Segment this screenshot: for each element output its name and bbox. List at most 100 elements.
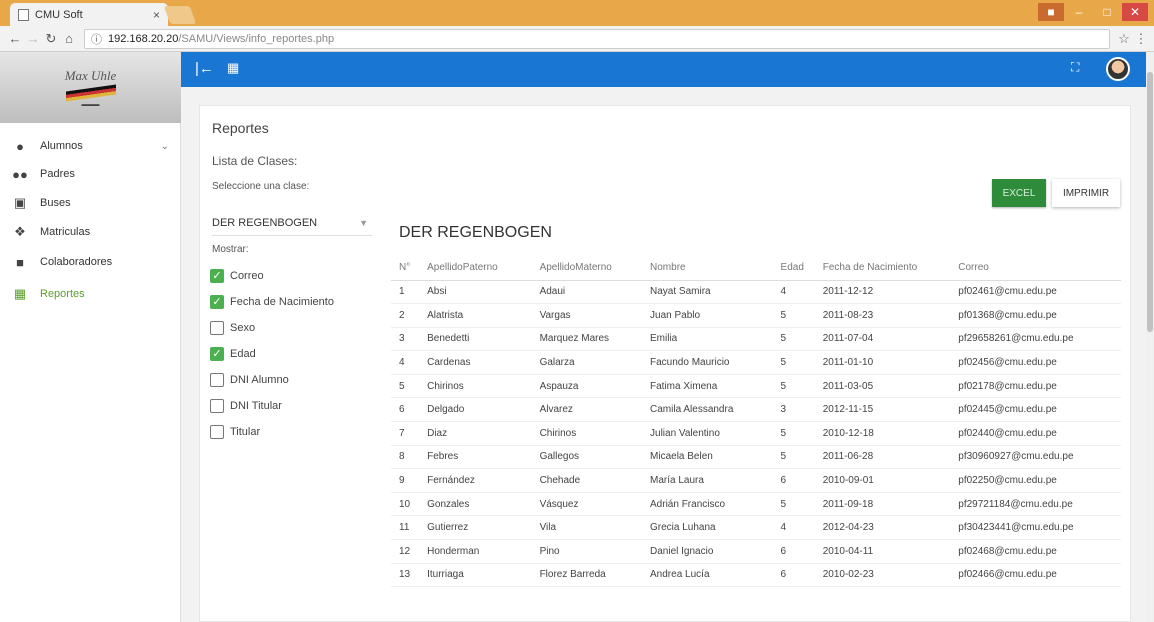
reload-icon[interactable]: ↻ [42,31,60,47]
browser-tab[interactable]: CMU Soft × [10,3,168,26]
table-cell: Andrea Lucía [642,563,773,588]
checkbox-dni-alumno[interactable]: DNI Alumno [210,372,289,388]
table-row: 8 Febres Gallegos Micaela Belen 5 2011-06-28 p… [391,445,1121,470]
table-cell: 2010-02-23 [814,563,951,588]
table-cell: Julian Valentino [642,421,773,446]
table-cell: Iturriaga [419,563,532,588]
avatar[interactable] [1106,57,1130,81]
sidebar: Max Uhle ▬▬▬ ● Alumnos ⌄ ●● Padres ▣ Bus… [0,52,181,622]
back-icon[interactable]: ← [6,31,24,46]
sidebar-item-label: Padres [40,168,75,180]
print-button[interactable]: IMPRIMIR [1052,179,1120,207]
checkbox-fecha-nacimiento[interactable]: ✓ Fecha de Nacimiento [210,294,334,310]
reports-card: Reportes Lista de Clases: Seleccione una… [199,105,1131,622]
checkbox-label: DNI Alumno [230,374,289,386]
checkbox-label: Correo [230,270,264,282]
checkbox-unchecked-icon[interactable] [210,399,224,413]
minimize-icon[interactable]: – [1066,3,1092,21]
checkbox-unchecked-icon[interactable] [210,425,224,439]
browser-menu-icon[interactable]: ⋮ [1134,31,1148,47]
class-select[interactable]: DER REGENBOGEN ▼ [212,210,372,236]
table-cell: pf02456@cmu.edu.pe [950,350,1121,375]
checkbox-sexo[interactable]: Sexo [210,320,255,336]
table-cell: Vargas [531,303,643,328]
sidebar-item-label: Matriculas [40,226,91,238]
fullscreen-icon[interactable]: ⛶ [1071,60,1079,75]
home-icon[interactable]: ⌂ [60,31,78,46]
new-tab-button[interactable] [163,6,197,24]
table-cell: Adrián Francisco [642,492,773,517]
table-cell: 11 [391,515,420,541]
sidebar-item-matriculas[interactable]: ❖ Matriculas [0,220,181,244]
column-header: ApellidoMaterno [531,256,643,281]
site-info-icon[interactable]: ⓘ [91,31,102,47]
scrollbar-thumb[interactable] [1147,72,1153,332]
sidebar-item-alumnos[interactable]: ● Alumnos ⌄ [0,134,181,158]
table-cell: 13 [391,563,420,588]
table-cell: Vásquez [531,492,643,517]
table-row: 10 Gonzales Vásquez Adrián Francisco 5 2011-0… [391,492,1121,517]
sidebar-item-padres[interactable]: ●● Padres [0,162,181,186]
chevron-down-icon[interactable]: ⌄ [161,141,169,152]
table-cell: 5 [391,374,420,399]
checkbox-unchecked-icon[interactable] [210,373,224,387]
collapse-sidebar-icon[interactable]: |← [195,60,214,77]
table-cell: Chirinos [419,374,532,399]
checkbox-label: Fecha de Nacimiento [230,296,334,308]
window-controls: ■ – □ ✕ [1038,3,1148,21]
bookmark-star-icon[interactable]: ☆ [1114,31,1134,47]
sidebar-item-reportes[interactable]: ▦ Reportes [0,282,181,306]
user-icon[interactable]: ■ [1038,3,1064,21]
table-cell: Galarza [531,350,643,375]
checkbox-unchecked-icon[interactable] [210,321,224,335]
table-cell: Camila Alessandra [642,397,773,423]
table-cell: Chirinos [531,421,643,446]
table-cell: pf02445@cmu.edu.pe [950,397,1121,423]
page-scrollbar[interactable] [1146,52,1154,622]
table-cell: 2011-08-23 [814,303,951,328]
excel-button[interactable]: EXCEL [992,179,1046,207]
checkbox-edad[interactable]: ✓ Edad [210,346,256,362]
table-cell: 6 [772,539,815,564]
table-cell: Fatima Ximena [642,374,773,399]
table-cell: Pino [531,539,643,564]
checkbox-label: Sexo [230,322,256,334]
checkbox-label: Edad [230,348,256,360]
table-cell: 5 [772,492,815,517]
column-header: ApellidoPaterno [419,256,532,281]
sidebar-item-colaboradores[interactable]: ■ Colaboradores [0,250,181,274]
checkbox-checked-icon[interactable]: ✓ [210,347,224,361]
sidebar-item-label: Alumnos [40,140,83,152]
selected-class: DER REGENBOGEN [212,216,318,229]
checkbox-checked-icon[interactable]: ✓ [210,269,224,283]
info-icon: ❖ [14,224,26,239]
table-cell: 4 [772,280,815,305]
table-cell: Alatrista [419,303,532,328]
table-row: 2 Alatrista Vargas Juan Pablo 5 2011-08-23 pf0… [391,303,1121,328]
checkbox-checked-icon[interactable]: ✓ [210,295,224,309]
table-cell: Gonzales [419,492,532,517]
table-cell: pf02468@cmu.edu.pe [950,539,1121,564]
maximize-icon[interactable]: □ [1094,3,1120,21]
close-icon[interactable]: ✕ [1122,3,1148,21]
address-bar: ← → ↻ ⌂ ⓘ 192.168.20.20 /SAMU/Views/info… [0,26,1154,52]
table-cell: 4 [772,515,815,541]
sidebar-item-buses[interactable]: ▣ Buses [0,191,181,215]
checkbox-titular[interactable]: Titular [210,424,260,440]
apps-grid-icon[interactable]: ▦ [227,60,239,76]
forward-icon[interactable]: → [24,31,42,46]
table-cell: pf29721184@cmu.edu.pe [950,492,1121,517]
bus-icon: ▣ [13,195,27,210]
chevron-down-icon: ▼ [359,217,368,228]
table-cell: 2012-04-23 [814,515,951,541]
table-row: 12 Honderman Pino Daniel Ignacio 6 2010-04-11… [391,539,1121,564]
tab-close-icon[interactable]: × [153,8,160,22]
table-cell: Chehade [531,468,643,493]
checkbox-dni-titular[interactable]: DNI Titular [210,398,282,414]
url-field[interactable]: ⓘ 192.168.20.20 /SAMU/Views/info_reporte… [84,28,1110,49]
table-cell: Adaui [531,280,643,305]
table-cell: Gallegos [531,445,643,470]
table-row: 7 Diaz Chirinos Julian Valentino 5 2010-12-18… [391,421,1121,446]
table-cell: pf02466@cmu.edu.pe [950,563,1121,588]
checkbox-correo[interactable]: ✓ Correo [210,268,264,284]
